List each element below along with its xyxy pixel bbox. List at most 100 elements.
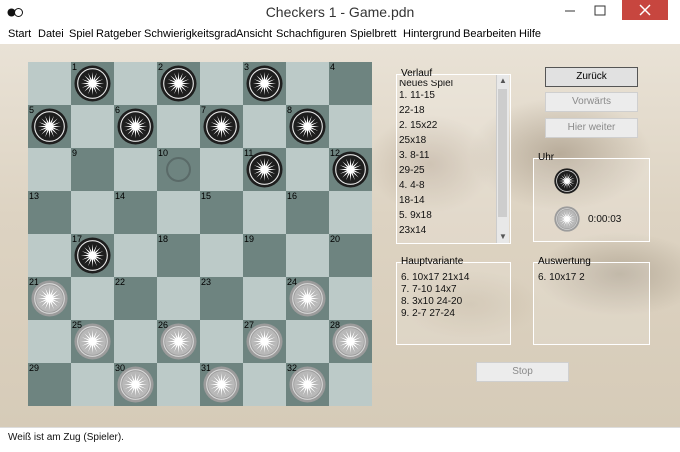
board-square[interactable]: 25	[71, 320, 114, 363]
history-scrollbar[interactable]: ▲ ▼	[496, 75, 509, 243]
board-square[interactable]: 4	[329, 62, 372, 105]
black-piece[interactable]	[74, 237, 111, 274]
menu-ratgeber[interactable]: Ratgeber	[96, 28, 141, 40]
history-move-row[interactable]: 29-25	[397, 163, 494, 178]
menu-hintergrund[interactable]: Hintergrund	[403, 28, 460, 40]
history-move-row[interactable]: 22-18	[397, 103, 494, 118]
board-square[interactable]: 3	[243, 62, 286, 105]
board-square[interactable]: 30	[114, 363, 157, 406]
board-square[interactable]: 7	[200, 105, 243, 148]
black-piece[interactable]	[117, 108, 154, 145]
menu-schachfiguren[interactable]: Schachfiguren	[276, 28, 346, 40]
move-history-list[interactable]: Neues Spiel 1. 11-15 22-18 2. 15x22 25x18 3.…	[397, 80, 494, 238]
board-square[interactable]: 21	[28, 277, 71, 320]
maximize-icon[interactable]	[586, 0, 614, 22]
board-square[interactable]: 9	[71, 148, 114, 191]
history-move-row[interactable]: 2. 15x22	[397, 118, 494, 133]
scroll-thumb[interactable]	[498, 89, 507, 217]
board-square[interactable]: 26	[157, 320, 200, 363]
board-square[interactable]: 11	[243, 148, 286, 191]
square-number: 4	[330, 62, 336, 72]
white-piece[interactable]	[246, 323, 283, 360]
square-number: 15	[201, 191, 212, 201]
black-piece[interactable]	[246, 151, 283, 188]
history-move-row[interactable]: 18-14	[397, 193, 494, 208]
white-piece[interactable]	[74, 323, 111, 360]
main-variation-line: 6. 10x17 21x14	[401, 272, 470, 283]
board-square-light	[114, 320, 157, 363]
board-square[interactable]: 18	[157, 234, 200, 277]
history-move-row[interactable]: 25x18	[397, 133, 494, 148]
history-header: Neues Spiel	[399, 80, 453, 88]
menu-start[interactable]: Start	[8, 28, 31, 40]
white-piece[interactable]	[289, 366, 326, 403]
board-square[interactable]: 14	[114, 191, 157, 234]
black-piece[interactable]	[74, 65, 111, 102]
history-move-row[interactable]: 5. 9x18	[397, 208, 494, 223]
menu-ansicht[interactable]: Ansicht	[236, 28, 272, 40]
board-square-light	[71, 277, 114, 320]
board-square[interactable]: 6	[114, 105, 157, 148]
white-piece[interactable]	[31, 280, 68, 317]
black-piece[interactable]	[332, 151, 369, 188]
scroll-down-icon[interactable]: ▼	[497, 231, 509, 243]
history-move-row[interactable]: 1. 11-15	[397, 88, 494, 103]
empty-target-marker	[166, 157, 191, 182]
white-piece[interactable]	[332, 323, 369, 360]
black-piece[interactable]	[246, 65, 283, 102]
board-square-light	[71, 105, 114, 148]
board-square[interactable]: 19	[243, 234, 286, 277]
board-square[interactable]: 17	[71, 234, 114, 277]
forward-button[interactable]: Vorwärts	[545, 92, 638, 112]
menu-hilfe[interactable]: Hilfe	[519, 28, 541, 40]
title-bar: Checkers 1 - Game.pdn	[0, 0, 680, 27]
board-square[interactable]: 23	[200, 277, 243, 320]
black-piece[interactable]	[160, 65, 197, 102]
menu-datei[interactable]: Datei	[38, 28, 64, 40]
black-piece[interactable]	[203, 108, 240, 145]
white-piece[interactable]	[203, 366, 240, 403]
board-square[interactable]: 31	[200, 363, 243, 406]
board-square[interactable]: 5	[28, 105, 71, 148]
close-icon[interactable]	[622, 0, 668, 20]
white-piece[interactable]	[160, 323, 197, 360]
board-square[interactable]: 8	[286, 105, 329, 148]
back-button[interactable]: Zurück	[545, 67, 638, 87]
board-square[interactable]: 12	[329, 148, 372, 191]
main-variation-line: 9. 2-7 27-24	[401, 308, 455, 319]
white-piece[interactable]	[289, 280, 326, 317]
black-piece[interactable]	[289, 108, 326, 145]
continue-here-button[interactable]: Hier weiter	[545, 118, 638, 138]
board-square[interactable]: 15	[200, 191, 243, 234]
minimize-icon[interactable]	[556, 0, 584, 22]
board-square[interactable]: 29	[28, 363, 71, 406]
board-square[interactable]: 27	[243, 320, 286, 363]
history-move-row[interactable]: 3. 8-11	[397, 148, 494, 163]
menu-spiel[interactable]: Spiel	[69, 28, 93, 40]
menu-bearbeiten[interactable]: Bearbeiten	[463, 28, 516, 40]
board-square[interactable]: 20	[329, 234, 372, 277]
board-square[interactable]: 10	[157, 148, 200, 191]
board-square[interactable]: 22	[114, 277, 157, 320]
stop-button[interactable]: Stop	[476, 362, 569, 382]
board-square[interactable]: 13	[28, 191, 71, 234]
board-square[interactable]: 2	[157, 62, 200, 105]
board-square[interactable]: 32	[286, 363, 329, 406]
black-piece[interactable]	[31, 108, 68, 145]
history-move-row[interactable]: 4. 4-8	[397, 178, 494, 193]
board-square-light	[286, 62, 329, 105]
board-square[interactable]: 24	[286, 277, 329, 320]
menu-schwierigkeitsgrad[interactable]: Schwierigkeitsgrad	[144, 28, 236, 40]
history-move-row[interactable]: 23x14	[397, 223, 494, 238]
board-square[interactable]: 28	[329, 320, 372, 363]
square-number: 14	[115, 191, 126, 201]
menu-spielbrett[interactable]: Spielbrett	[350, 28, 396, 40]
board-square[interactable]: 16	[286, 191, 329, 234]
board-square-light	[157, 105, 200, 148]
white-piece[interactable]	[117, 366, 154, 403]
board-square-light	[28, 320, 71, 363]
board-square-light	[114, 234, 157, 277]
board-square-light	[28, 62, 71, 105]
board-square[interactable]: 1	[71, 62, 114, 105]
scroll-up-icon[interactable]: ▲	[497, 75, 509, 87]
